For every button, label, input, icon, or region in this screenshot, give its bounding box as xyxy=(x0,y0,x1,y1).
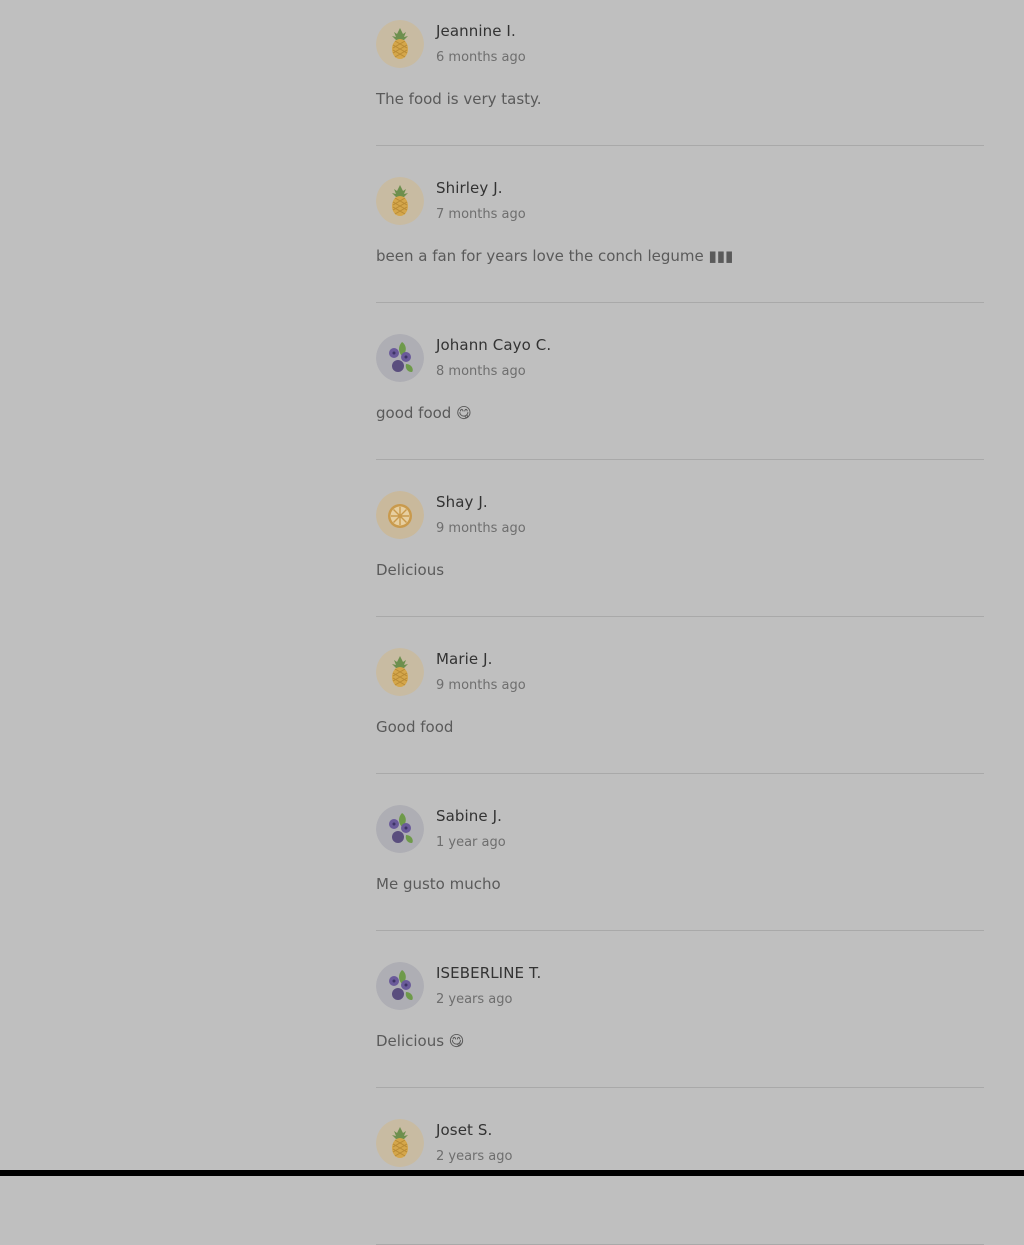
review-item: Joset S. 2 years ago xyxy=(376,1088,984,1245)
review-text: Me gusto mucho xyxy=(376,875,501,893)
reviewer-name: Shirley J. xyxy=(436,179,503,197)
pineapple-icon xyxy=(376,20,424,68)
pineapple-icon xyxy=(376,177,424,225)
review-text: The food is very tasty. xyxy=(376,90,542,108)
reviewer-name: ISEBERLINE T. xyxy=(436,964,542,982)
bottom-bar xyxy=(0,1170,1024,1176)
review-item: Shirley J. 7 months ago been a fan for yea… xyxy=(376,146,984,303)
pineapple-icon xyxy=(376,1119,424,1167)
review-time: 1 year ago xyxy=(436,835,506,850)
review-text: good food 😋 xyxy=(376,404,472,422)
review-item: Shay J. 9 months ago Delicious xyxy=(376,460,984,617)
review-time: 8 months ago xyxy=(436,364,526,379)
review-item: Johann Cayo C. 8 months ago good food 😋 xyxy=(376,303,984,460)
reviewer-name: Johann Cayo C. xyxy=(436,336,552,354)
review-text: Delicious 😋 xyxy=(376,1032,465,1050)
review-item: Marie J. 9 months ago Good food xyxy=(376,617,984,774)
blueberry-icon xyxy=(376,962,424,1010)
review-text: been a fan for years love the conch legu… xyxy=(376,247,734,265)
reviewer-name: Jeannine I. xyxy=(436,22,516,40)
pineapple-icon xyxy=(376,648,424,696)
reviewer-name: Sabine J. xyxy=(436,807,502,825)
review-text: Delicious xyxy=(376,561,445,579)
review-time: 2 years ago xyxy=(436,1149,513,1164)
reviewer-name: Marie J. xyxy=(436,650,493,668)
review-time: 9 months ago xyxy=(436,521,526,536)
blueberry-icon xyxy=(376,805,424,853)
review-item: Sabine J. 1 year ago Me gusto mucho xyxy=(376,774,984,931)
reviewer-name: Joset S. xyxy=(436,1121,493,1139)
reviewer-name: Shay J. xyxy=(436,493,488,511)
review-time: 2 years ago xyxy=(436,992,513,1007)
review-time: 7 months ago xyxy=(436,207,526,222)
review-text: Good food xyxy=(376,718,454,736)
review-time: 9 months ago xyxy=(436,678,526,693)
blueberry-icon xyxy=(376,334,424,382)
orange-slice-icon xyxy=(376,491,424,539)
review-item: Jeannine I. 6 months ago The food is very … xyxy=(376,0,984,146)
reviews-list: Jeannine I. 6 months ago The food is very … xyxy=(376,0,984,1245)
review-item: ISEBERLINE T. 2 years ago Delicious 😋 xyxy=(376,931,984,1088)
review-time: 6 months ago xyxy=(436,50,526,65)
